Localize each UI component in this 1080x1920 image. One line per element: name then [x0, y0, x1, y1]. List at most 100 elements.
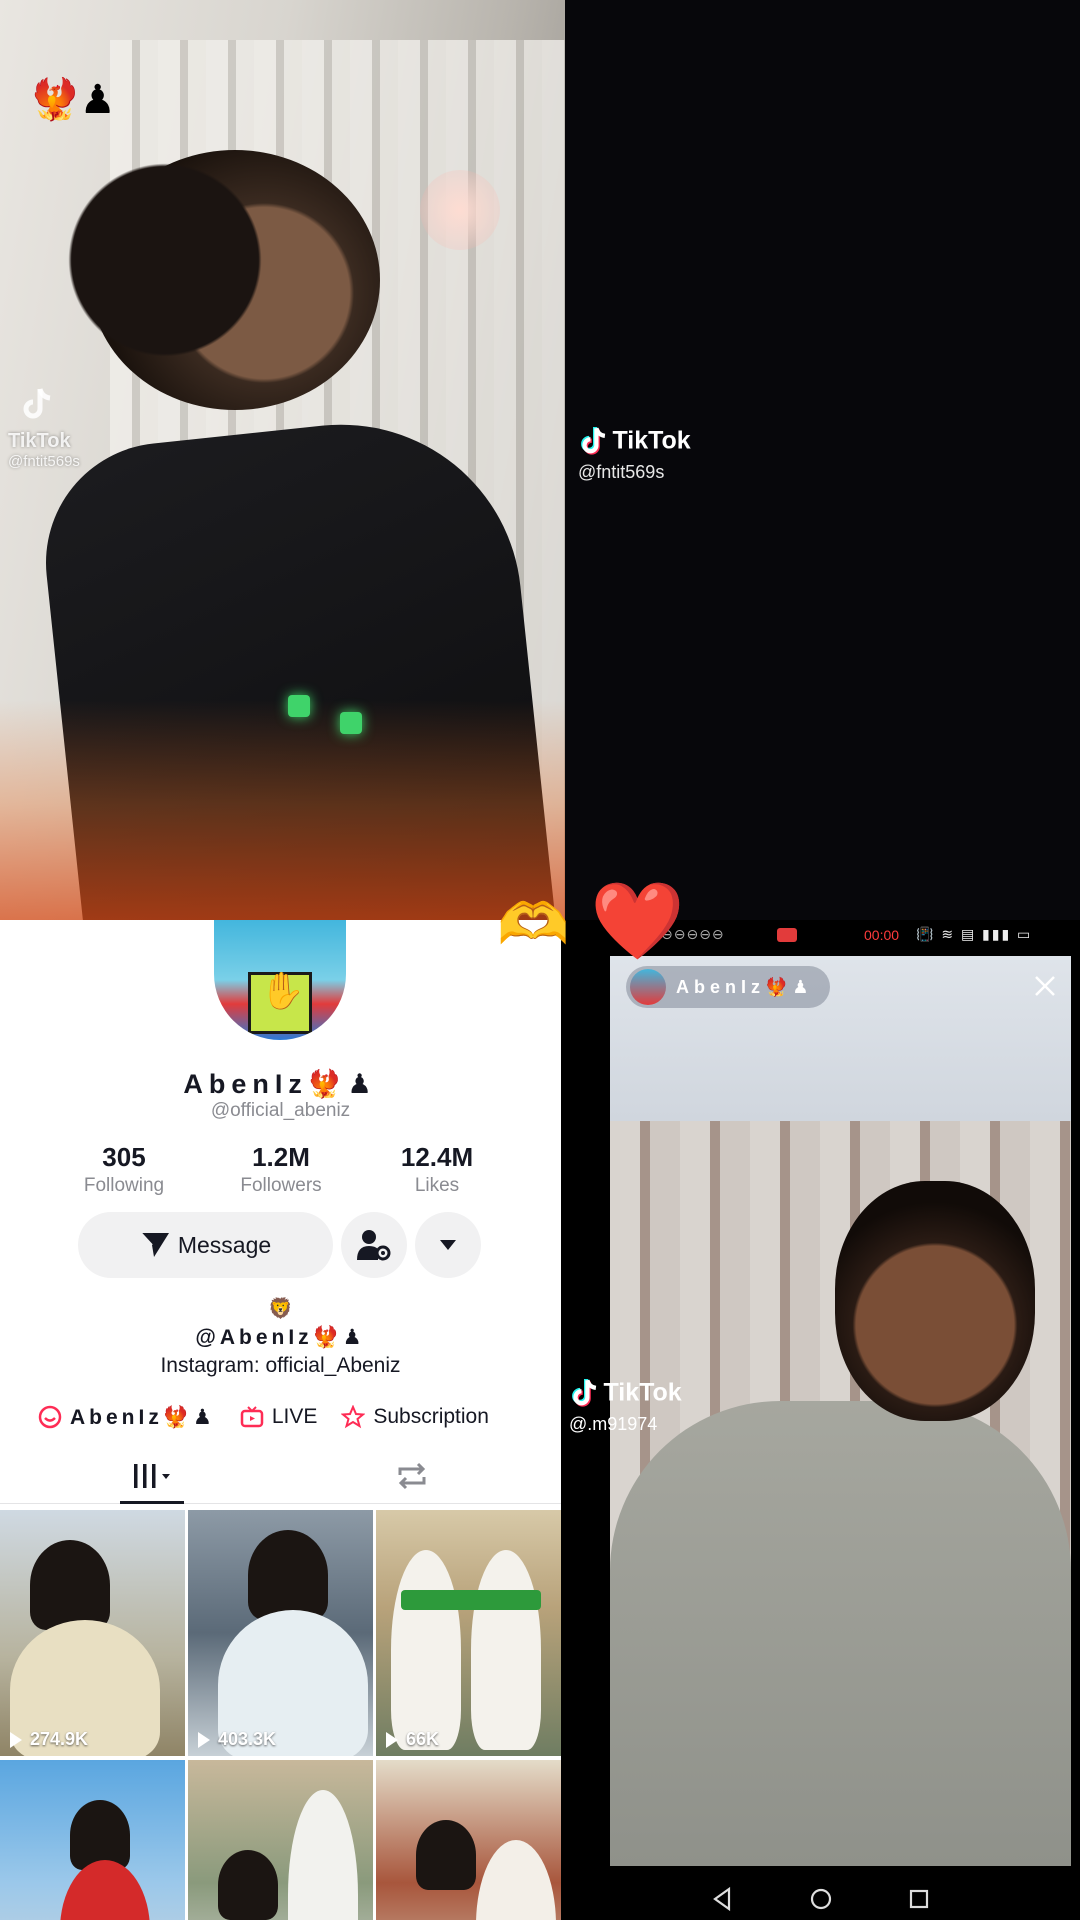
bio-line: @AbenIz🐦‍🔥♟ [195, 1326, 366, 1349]
bio-line: Instagram: official_Abeniz [160, 1354, 401, 1377]
video-thumbnail[interactable]: 403.3K [188, 1510, 373, 1756]
stat-label: Following [83, 1175, 165, 1196]
person-torso [610, 1401, 1071, 1866]
home-icon[interactable] [807, 1885, 835, 1913]
video-thumbnail[interactable] [0, 1760, 185, 1920]
more-dropdown-button[interactable] [415, 1212, 481, 1278]
android-nav-bar [561, 1878, 1080, 1920]
linked-account-link[interactable]: AbenIz🐦‍🔥♟ [38, 1405, 216, 1430]
live-recording-panel: ⊖⊖⊖⊖⊖ 00:00 📳 ≋ ▤ ▮▮▮ ▭ AbenIz🐦‍🔥♟ TikTo… [561, 920, 1080, 1920]
link-label: LIVE [271, 1405, 318, 1428]
video-thumbnail[interactable]: 274.9K [0, 1510, 185, 1756]
live-link[interactable]: LIVE [240, 1405, 318, 1429]
recents-icon[interactable] [905, 1885, 933, 1913]
host-name: AbenIz🐦‍🔥♟ [676, 976, 814, 997]
thumbnail-figure [476, 1840, 556, 1920]
status-system-icons: 📳 ≋ ▤ ▮▮▮ ▭ [916, 926, 1033, 942]
send-icon [140, 1232, 169, 1257]
stat-following[interactable]: 305 Following [44, 1142, 204, 1197]
smile-badge-icon [38, 1405, 62, 1429]
thumbnail-figure [401, 1590, 541, 1610]
content-tabs [0, 1448, 561, 1504]
top-left-video[interactable]: 🐦‍🔥♟ TikTok @fntit569s [0, 0, 565, 920]
thumbnail-figure [60, 1860, 150, 1920]
thumbnail-figure [391, 1550, 461, 1750]
stat-followers[interactable]: 1.2M Followers [201, 1142, 361, 1197]
close-icon[interactable] [1031, 972, 1059, 1000]
view-count-label: 274.9K [30, 1729, 89, 1749]
live-tv-icon [240, 1406, 264, 1428]
bio-emoji: 🦁 [268, 1298, 293, 1320]
red-glow [0, 700, 565, 920]
hand-print-icon: ✋ [260, 970, 305, 1011]
message-button-label: Message [177, 1231, 272, 1258]
back-icon[interactable] [709, 1885, 737, 1913]
green-light [340, 712, 362, 734]
user-settings-button[interactable] [341, 1212, 407, 1278]
view-count: 274.9K [10, 1729, 88, 1750]
videos-grid-icon [134, 1464, 170, 1488]
message-button[interactable]: Message [78, 1212, 333, 1278]
watermark-title: TikTok [8, 430, 71, 452]
repost-icon [398, 1462, 426, 1490]
link-label: Subscription [373, 1405, 489, 1428]
watermark-title: TikTok [603, 1378, 682, 1407]
tiktok-logo-icon [572, 1378, 597, 1407]
watermark-handle: @fntit569s [8, 453, 80, 470]
record-icon [777, 928, 797, 942]
tiktok-watermark: TikTok @fntit569s [578, 424, 691, 483]
play-icon [386, 1731, 398, 1748]
caption-emojis: 🐦‍🔥♟ [30, 78, 116, 122]
link-label: AbenIz🐦‍🔥♟ [70, 1405, 216, 1429]
star-icon [341, 1405, 366, 1429]
red-heart-emoji: ❤️ [590, 879, 685, 964]
thumbnail-figure [471, 1550, 541, 1750]
person-head [835, 1181, 1035, 1421]
username: @official_abeniz [210, 1100, 351, 1121]
stat-value: 12.4M [400, 1142, 474, 1172]
video-thumbnail[interactable] [188, 1760, 373, 1920]
play-icon [10, 1731, 22, 1748]
video-thumbnail[interactable] [376, 1760, 561, 1920]
stat-value: 305 [102, 1142, 146, 1172]
view-count-label: 403.3K [218, 1729, 277, 1749]
tiktok-logo-icon [581, 426, 606, 455]
play-icon [198, 1731, 210, 1748]
stat-label: Followers [240, 1175, 322, 1196]
light-flare [420, 170, 500, 250]
tab-videos[interactable] [120, 1448, 184, 1504]
caret-down-icon [440, 1240, 456, 1250]
profile-links-row: AbenIz🐦‍🔥♟ LIVE Subscription [38, 1400, 548, 1434]
stat-value: 1.2M [252, 1142, 310, 1172]
thumbnail-figure [248, 1530, 328, 1620]
profile-panel: ✋ AbenIz🐦‍🔥♟ @official_abeniz 305 Follow… [0, 920, 561, 1920]
thumbnail-figure [218, 1850, 278, 1920]
person-hair [60, 145, 270, 375]
tab-reposts[interactable] [380, 1448, 444, 1504]
user-gear-icon [357, 1230, 391, 1261]
host-badge[interactable]: AbenIz🐦‍🔥♟ [626, 966, 830, 1008]
view-count: 66K [386, 1729, 439, 1750]
tiktok-watermark: TikTok @.m91974 [569, 1376, 682, 1435]
tiktok-watermark: TikTok @fntit569s [8, 385, 80, 470]
watermark-handle: @fntit569s [578, 462, 665, 482]
thumbnail-figure [288, 1790, 358, 1920]
thumbnail-figure [416, 1820, 476, 1890]
recording-timer: 00:00 [864, 927, 900, 943]
tiktok-logo-icon [23, 388, 51, 419]
view-count-label: 66K [406, 1729, 440, 1749]
display-name: AbenIz🐦‍🔥♟ [183, 1069, 378, 1099]
video-thumbnail[interactable]: 66K [376, 1510, 561, 1756]
watermark-handle: @.m91974 [569, 1414, 658, 1434]
watermark-title: TikTok [612, 426, 691, 455]
green-light [288, 695, 310, 717]
active-tab-indicator [120, 1501, 184, 1504]
stat-likes[interactable]: 12.4M Likes [357, 1142, 517, 1197]
host-avatar [630, 969, 666, 1005]
heart-hands-emoji: 🫶 [497, 892, 570, 957]
subscription-link[interactable]: Subscription [341, 1405, 489, 1429]
avatar[interactable]: ✋ [214, 920, 346, 1040]
thumbnail-figure [30, 1540, 110, 1630]
stat-label: Likes [414, 1175, 460, 1196]
view-count: 403.3K [198, 1729, 276, 1750]
